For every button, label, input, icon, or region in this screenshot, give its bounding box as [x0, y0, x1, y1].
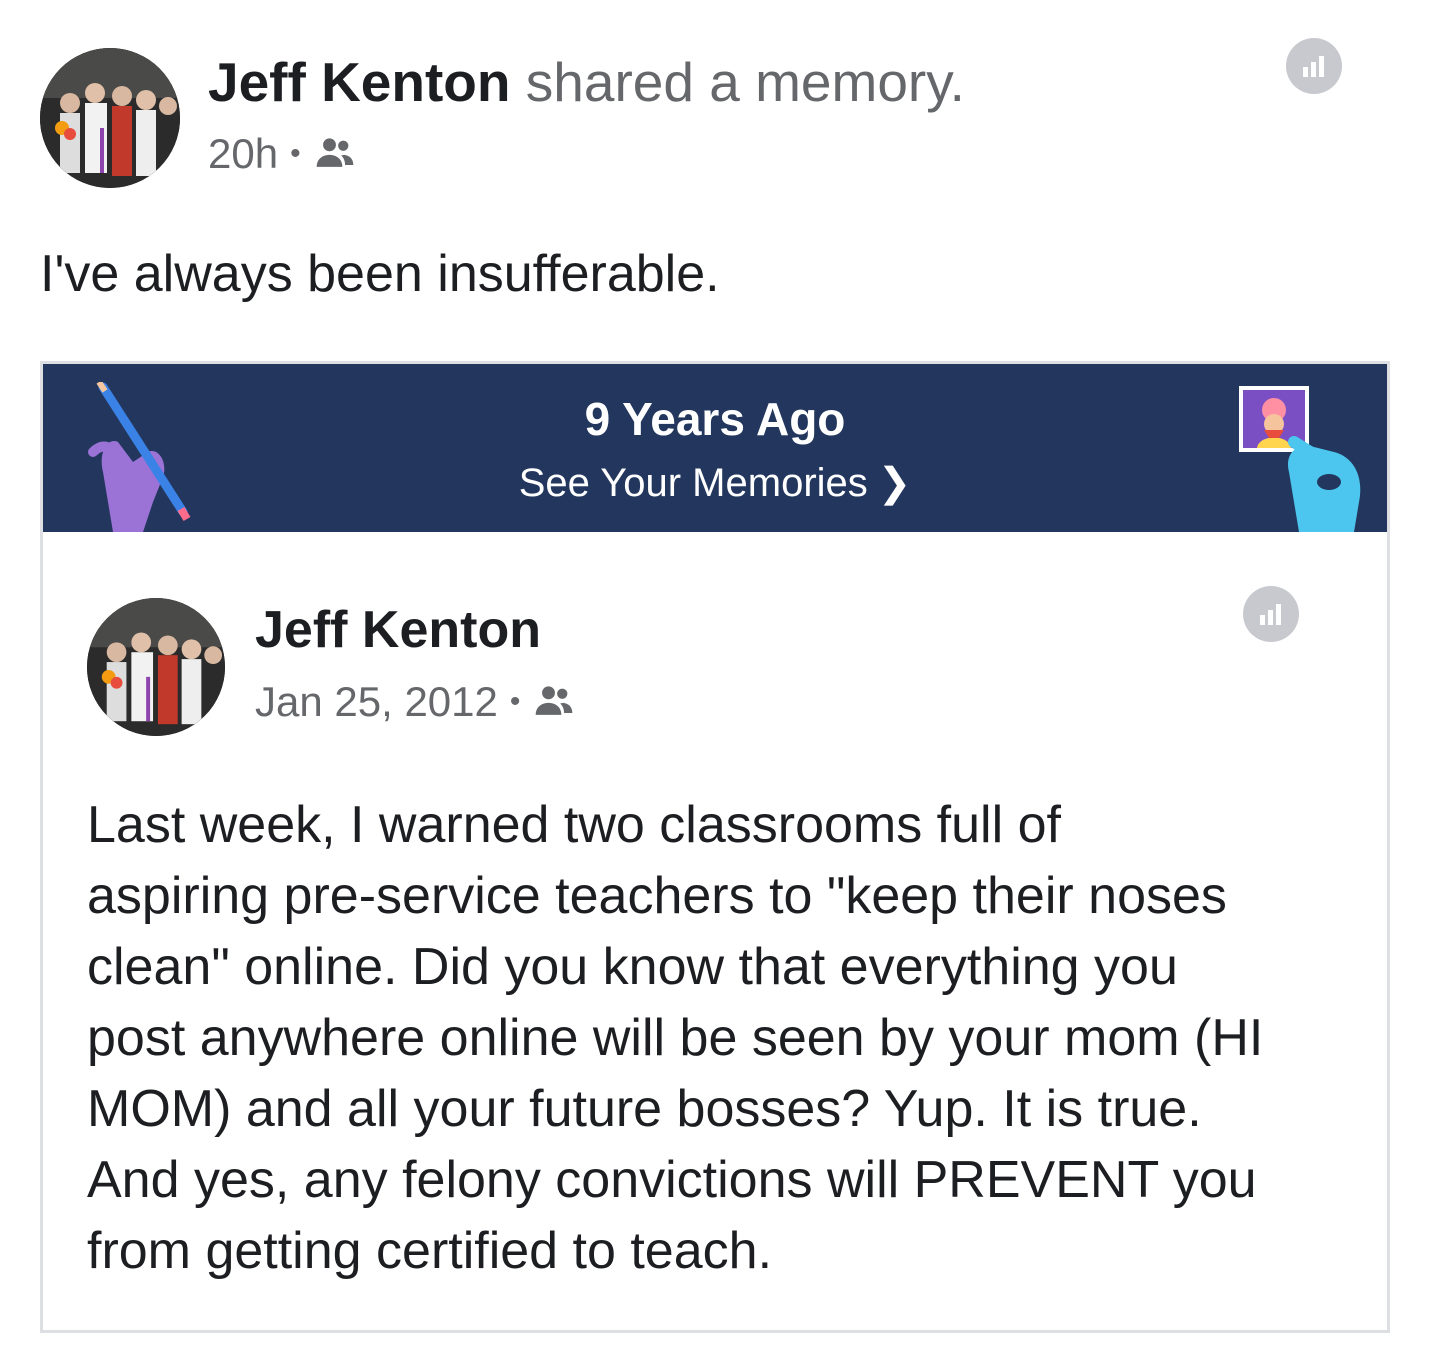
- post-action: shared a memory.: [525, 51, 965, 113]
- original-post-meta: Jan 25, 2012 •: [255, 678, 576, 726]
- original-post-header: Jeff Kenton Jan 25, 2012 •: [87, 586, 1337, 738]
- meta-separator: •: [290, 137, 301, 170]
- see-your-memories-link[interactable]: See Your Memories ❯: [43, 460, 1387, 506]
- memory-banner-title: 9 Years Ago: [584, 393, 846, 445]
- memory-card[interactable]: 9 Years Ago See Your Memories ❯ Jeff Ken…: [40, 361, 1390, 1333]
- meta-separator: •: [509, 685, 521, 718]
- friends-icon[interactable]: [532, 680, 576, 724]
- original-post-date[interactable]: Jan 25, 2012: [255, 678, 498, 726]
- friends-icon[interactable]: [313, 132, 357, 176]
- post-timestamp[interactable]: 20h: [208, 130, 278, 178]
- original-insights-icon[interactable]: [1243, 586, 1299, 642]
- author-name[interactable]: Jeff Kenton: [208, 51, 511, 113]
- hand-with-photo-icon: [1239, 386, 1361, 532]
- author-line: Jeff Kenton shared a memory.: [208, 50, 965, 114]
- original-author-name[interactable]: Jeff Kenton: [255, 601, 541, 659]
- see-your-memories-label: See Your Memories: [518, 461, 868, 505]
- original-author-line: Jeff Kenton: [255, 600, 541, 660]
- author-avatar[interactable]: [40, 48, 180, 188]
- post-header: Jeff Kenton shared a memory. 20h •: [40, 38, 1400, 188]
- insights-icon[interactable]: [1286, 38, 1342, 94]
- chevron-right-icon: ❯: [877, 461, 912, 505]
- memory-banner[interactable]: 9 Years Ago See Your Memories ❯: [43, 364, 1387, 532]
- post-caption: I've always been insufferable.: [40, 245, 720, 303]
- post-meta: 20h •: [208, 130, 357, 178]
- original-post-body: Last week, I warned two classrooms full …: [87, 796, 1264, 1280]
- original-author-avatar[interactable]: [87, 598, 225, 736]
